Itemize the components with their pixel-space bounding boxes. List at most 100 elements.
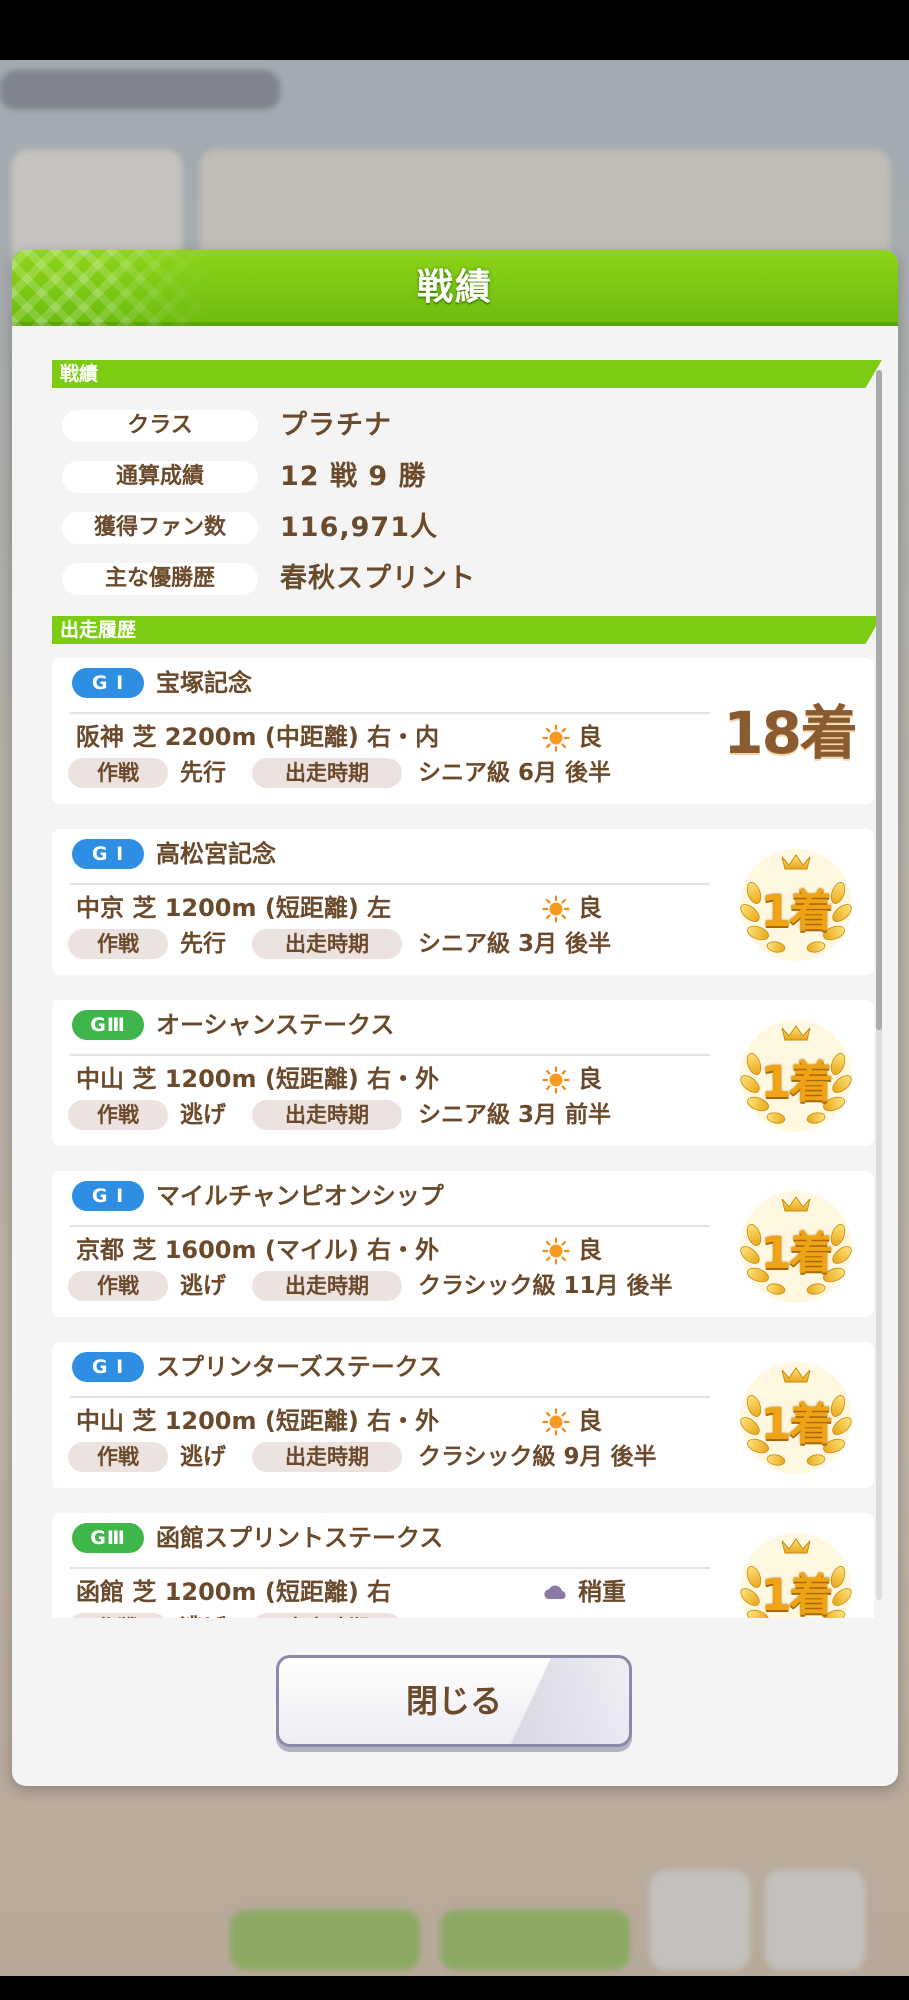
- navigation-bar: [0, 1976, 909, 2000]
- sun-icon: [542, 895, 570, 923]
- race-card[interactable]: G I マイルチャンピオンシップ京都 芝 1600m (マイル) 右・外 良作戦 逃げ…: [52, 1171, 874, 1317]
- period-value: シニア級 3月 後半: [418, 931, 612, 957]
- track-condition: 稍重: [578, 1578, 626, 1606]
- scrollbar[interactable]: [876, 370, 882, 1600]
- track-condition: 良: [578, 1236, 602, 1264]
- first-place-laurel-badge: 1着: [732, 841, 860, 963]
- finish-position: 1着: [760, 1399, 834, 1450]
- stat-label: クラス: [62, 410, 258, 442]
- tactic-label: 作戦: [68, 758, 168, 788]
- grade-badge: GⅢ: [72, 1010, 144, 1040]
- track-condition: 良: [578, 894, 602, 922]
- scrollbar-thumb[interactable]: [876, 370, 882, 1030]
- modal-title: 戦績: [416, 267, 493, 308]
- tactic-label: 作戦: [68, 1442, 168, 1472]
- period-label: 出走時期: [252, 758, 402, 788]
- tactic-value: 逃げ: [180, 1444, 226, 1470]
- modal-header: 戦績: [12, 250, 898, 326]
- finish-position: 1着: [760, 1228, 834, 1279]
- grade-badge: G I: [72, 1352, 144, 1382]
- period-value: クラシック級 11月 後半: [418, 1273, 673, 1299]
- tactic-label: 作戦: [68, 1613, 168, 1618]
- card-divider: [70, 883, 710, 885]
- race-name: 函館スプリントステークス: [156, 1524, 444, 1552]
- stat-value: 12 戦 9 勝: [280, 461, 427, 492]
- close-button-label: 閉じる: [405, 1682, 502, 1720]
- first-place-laurel-badge: 1着: [732, 1183, 860, 1305]
- finish-position: 1着: [760, 886, 834, 937]
- stat-value: 116,971人: [280, 512, 438, 543]
- card-divider: [70, 712, 710, 714]
- race-card[interactable]: G I スプリンターズステークス中山 芝 1200m (短距離) 右・外 良作戦 逃げ…: [52, 1342, 874, 1488]
- period-value: シニア級 6月 後半: [418, 760, 612, 786]
- finish-position: 18着: [723, 699, 858, 767]
- race-card[interactable]: GⅢ オーシャンステークス中山 芝 1200m (短距離) 右・外 良作戦 逃げ 出走時…: [52, 1000, 874, 1146]
- race-name: オーシャンステークス: [156, 1011, 395, 1039]
- race-course: 京都 芝 1600m (マイル) 右・外: [76, 1236, 440, 1264]
- tactic-label: 作戦: [68, 1100, 168, 1130]
- stat-label: 通算成績: [62, 461, 258, 493]
- race-card[interactable]: G I 宝塚記念阪神 芝 2200m (中距離) 右・内 良作戦 先行 出走時期 シニア級…: [52, 658, 874, 804]
- results-modal: 戦績 戦績 クラス プラチナ 通算成績 12 戦 9 勝 獲得ファン数 116,…: [12, 250, 898, 1786]
- track-condition: 良: [578, 723, 602, 751]
- tactic-label: 作戦: [68, 929, 168, 959]
- stat-label: 主な優勝歴: [62, 563, 258, 595]
- race-name: 宝塚記念: [156, 669, 252, 697]
- period-label: 出走時期: [252, 1613, 402, 1618]
- card-divider: [70, 1567, 710, 1569]
- period-value: クラシック級 9月 後半: [418, 1444, 657, 1470]
- sun-icon: [542, 1066, 570, 1094]
- race-name: スプリンターズステークス: [156, 1353, 443, 1381]
- stat-value: プラチナ: [280, 410, 392, 441]
- race-name: マイルチャンピオンシップ: [156, 1182, 444, 1210]
- results-scroll-area[interactable]: 戦績 クラス プラチナ 通算成績 12 戦 9 勝 獲得ファン数 116,971…: [40, 350, 886, 1618]
- section-header-history: 出走履歴: [52, 616, 882, 644]
- period-label: 出走時期: [252, 929, 402, 959]
- race-course: 函館 芝 1200m (短距離) 右: [76, 1578, 392, 1606]
- tactic-label: 作戦: [68, 1271, 168, 1301]
- sun-icon: [542, 1408, 570, 1436]
- tactic-value: 逃げ: [180, 1611, 226, 1618]
- finish-position: 1着: [760, 1570, 834, 1618]
- stat-row-fans: 獲得ファン数 116,971人: [62, 510, 862, 546]
- period-label: 出走時期: [252, 1442, 402, 1472]
- tactic-value: 先行: [180, 931, 226, 957]
- finish-position: 1着: [760, 1057, 834, 1108]
- stat-row-class: クラス プラチナ: [62, 408, 862, 444]
- sun-icon: [542, 724, 570, 752]
- stat-row-wins: 主な優勝歴 春秋スプリント: [62, 561, 862, 597]
- close-button[interactable]: 閉じる: [276, 1655, 632, 1747]
- card-divider: [70, 1225, 710, 1227]
- race-name: 高松宮記念: [156, 840, 276, 868]
- track-condition: 良: [578, 1407, 602, 1435]
- grade-badge: G I: [72, 1181, 144, 1211]
- race-course: 阪神 芝 2200m (中距離) 右・内: [76, 723, 440, 751]
- status-bar: [0, 0, 909, 60]
- stat-row-record: 通算成績 12 戦 9 勝: [62, 459, 862, 495]
- race-card[interactable]: G I 高松宮記念 中京 芝 1200m (短距離) 左 良作戦 先行 出走時期 シニア級 …: [52, 829, 874, 975]
- tactic-value: 逃げ: [180, 1273, 226, 1299]
- track-condition: 良: [578, 1065, 602, 1093]
- grade-badge: G I: [72, 668, 144, 698]
- card-divider: [70, 1054, 710, 1056]
- tactic-value: 逃げ: [180, 1102, 226, 1128]
- stat-label: 獲得ファン数: [62, 512, 258, 544]
- race-course: 中山 芝 1200m (短距離) 右・外: [76, 1407, 440, 1435]
- period-value: シニア級 3月 前半: [418, 1102, 612, 1128]
- grade-badge: GⅢ: [72, 1523, 144, 1553]
- period-label: 出走時期: [252, 1100, 402, 1130]
- first-place-laurel-badge: 1着: [732, 1354, 860, 1476]
- race-course: 中山 芝 1200m (短距離) 右・外: [76, 1065, 440, 1093]
- card-divider: [70, 1396, 710, 1398]
- period-label: 出走時期: [252, 1271, 402, 1301]
- section-title-history: 出走履歴: [60, 619, 137, 641]
- race-course: 中京 芝 1200m (短距離) 左: [76, 894, 392, 922]
- race-card[interactable]: GⅢ 函館スプリントステークス函館 芝 1200m (短距離) 右 稍重作戦 逃げ 出走…: [52, 1513, 874, 1618]
- tactic-value: 先行: [180, 760, 226, 786]
- first-place-laurel-badge: 1着: [732, 1012, 860, 1134]
- first-place-laurel-badge: 1着: [732, 1525, 860, 1618]
- cloud-icon: [544, 1585, 566, 1599]
- sun-icon: [542, 1237, 570, 1265]
- stat-value: 春秋スプリント: [280, 563, 476, 594]
- section-header-summary: 戦績: [52, 360, 882, 388]
